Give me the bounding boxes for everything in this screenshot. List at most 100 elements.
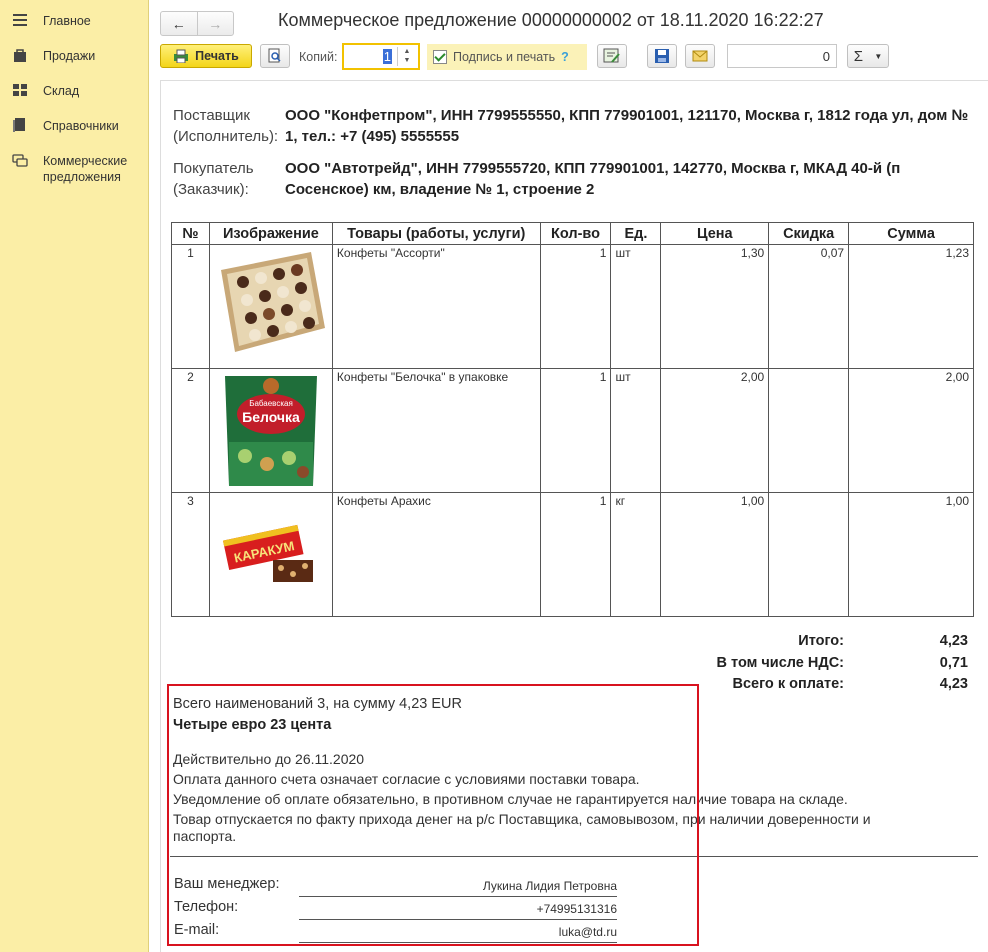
print-label: Печать [195, 49, 239, 63]
due-value: 4,23 [939, 676, 968, 692]
cell-discount [768, 368, 850, 493]
pack-small-label: Бабаевская [249, 399, 293, 408]
cell-sum: 1,23 [848, 244, 974, 369]
karakum-candy-image: КАРАКУМ [215, 496, 327, 611]
copies-field[interactable]: 1 ▲ ▼ [342, 43, 420, 70]
cell-price: 1,30 [660, 244, 770, 369]
pack-brand-label: Белочка [242, 409, 300, 425]
envelope-icon [692, 50, 708, 62]
cell-sum: 1,00 [848, 492, 974, 617]
highlight-box [167, 684, 699, 946]
cell-num: 3 [171, 492, 210, 617]
floppy-icon [654, 48, 670, 64]
cell-qty: 1 [539, 244, 612, 369]
chat-icon [12, 153, 28, 167]
col-qty: Кол-во [539, 222, 612, 245]
buyer-value: ООО "Автотрейд", ИНН 7799555720, КПП 779… [285, 160, 901, 198]
back-button[interactable]: ← [161, 12, 197, 35]
sidebar-item-label: Коммерческие предложения [43, 154, 128, 184]
sidebar-item-main[interactable]: Главное [12, 13, 91, 29]
sum-field[interactable]: 0 [727, 44, 837, 68]
vat-label: В том числе НДС: [716, 655, 844, 671]
col-goods: Товары (работы, услуги) [331, 222, 541, 245]
menu-icon [12, 13, 28, 27]
col-price: Цена [660, 222, 770, 245]
supplier-label: Поставщик (Исполнитель): [173, 107, 279, 145]
cell-qty: 1 [539, 492, 612, 617]
table-row: 3 КАРАКУМ Конфеты Арахис 1 кг 1,00 1,00 [171, 492, 974, 617]
sidebar-item-label: Справочники [43, 119, 119, 133]
total-value: 4,23 [939, 633, 968, 649]
assorted-candies-image [215, 248, 327, 363]
cell-price: 1,00 [660, 492, 770, 617]
copies-label: Копий: [299, 50, 338, 64]
sidebar-item-references[interactable]: Справочники [12, 118, 119, 134]
table-row: 1 Конфеты "Ассорти" 1 шт 1,30 0,07 1,23 [171, 244, 974, 369]
sign-print-label: Подпись и печать [453, 50, 556, 64]
sidebar-item-label: Склад [43, 84, 80, 98]
col-sum: Сумма [848, 222, 974, 245]
grid-icon [12, 83, 28, 97]
cell-discount: 0,07 [768, 244, 850, 369]
cell-image [208, 244, 333, 369]
buyer-block: Покупатель (Заказчик): ООО "Автотрейд", И… [173, 158, 973, 204]
spin-down-icon: ▼ [403, 57, 411, 64]
cell-num: 2 [171, 368, 210, 493]
sum-mode-button[interactable]: Σ ▼ [847, 44, 889, 68]
sign-print-checkbox[interactable] [433, 50, 447, 64]
cell-goods: Конфеты Арахис [331, 492, 541, 617]
printer-icon [173, 49, 189, 63]
arrow-left-icon: ← [171, 15, 186, 32]
page-title: Коммерческое предложение 00000000002 от … [278, 10, 824, 30]
cell-unit: шт [610, 368, 662, 493]
cell-image: КАРАКУМ [208, 492, 333, 617]
save-button[interactable] [647, 44, 677, 68]
col-unit: Ед. [610, 222, 662, 245]
cell-price: 2,00 [660, 368, 770, 493]
due-label: Всего к оплате: [732, 676, 844, 692]
sigma-icon: Σ [853, 47, 863, 65]
history-nav: ← → [160, 11, 234, 36]
table-row: 2 Бабаевская Белочка Конфеты "Белочка" в… [171, 368, 974, 493]
magnifier-icon [267, 48, 283, 64]
copies-value: 1 [382, 49, 392, 64]
cell-num: 1 [171, 244, 210, 369]
cell-discount [768, 492, 850, 617]
goods-table: № Изображение Товары (работы, услуги) Ко… [171, 222, 974, 617]
bag-icon [12, 48, 28, 62]
spin-up-icon: ▲ [403, 48, 411, 55]
print-button[interactable]: Печать [160, 44, 252, 68]
cell-image: Бабаевская Белочка [208, 368, 333, 493]
sidebar-item-label: Продажи [43, 49, 96, 63]
vat-value: 0,71 [939, 655, 968, 671]
cell-unit: кг [610, 492, 662, 617]
col-image: Изображение [208, 222, 333, 245]
col-discount: Скидка [768, 222, 850, 245]
buyer-label: Покупатель (Заказчик): [173, 160, 254, 198]
sign-print-toggle[interactable]: Подпись и печать ? [427, 44, 587, 70]
cell-unit: шт [610, 244, 662, 369]
sidebar-item-offers[interactable]: Коммерческие предложения [12, 153, 135, 185]
email-button[interactable] [685, 44, 715, 68]
supplier-block: Поставщик (Исполнитель): ООО "Конфетпром"… [173, 105, 973, 151]
edit-doc-icon [603, 48, 621, 64]
belochka-pack-image: Бабаевская Белочка [215, 372, 327, 487]
preview-button[interactable] [260, 44, 290, 68]
copies-spinner[interactable]: ▲ ▼ [397, 47, 416, 66]
sidebar-item-sales[interactable]: Продажи [12, 48, 95, 64]
edit-button[interactable] [597, 44, 627, 68]
col-num: № [171, 222, 210, 245]
arrow-right-icon: → [208, 15, 223, 32]
dropdown-arrow-icon: ▼ [874, 51, 883, 61]
sidebar: Главное Продажи Склад Справочники Коммер… [0, 0, 149, 952]
table-header: № Изображение Товары (работы, услуги) Ко… [171, 222, 974, 245]
sidebar-item-warehouse[interactable]: Склад [12, 83, 79, 99]
cell-sum: 2,00 [848, 368, 974, 493]
forward-button[interactable]: → [196, 12, 234, 35]
book-icon [12, 118, 28, 132]
help-icon[interactable]: ? [561, 50, 569, 64]
sidebar-item-label: Главное [43, 14, 91, 28]
cell-goods: Конфеты "Белочка" в упаковке [331, 368, 541, 493]
total-label: Итого: [798, 633, 844, 649]
cell-qty: 1 [539, 368, 612, 493]
